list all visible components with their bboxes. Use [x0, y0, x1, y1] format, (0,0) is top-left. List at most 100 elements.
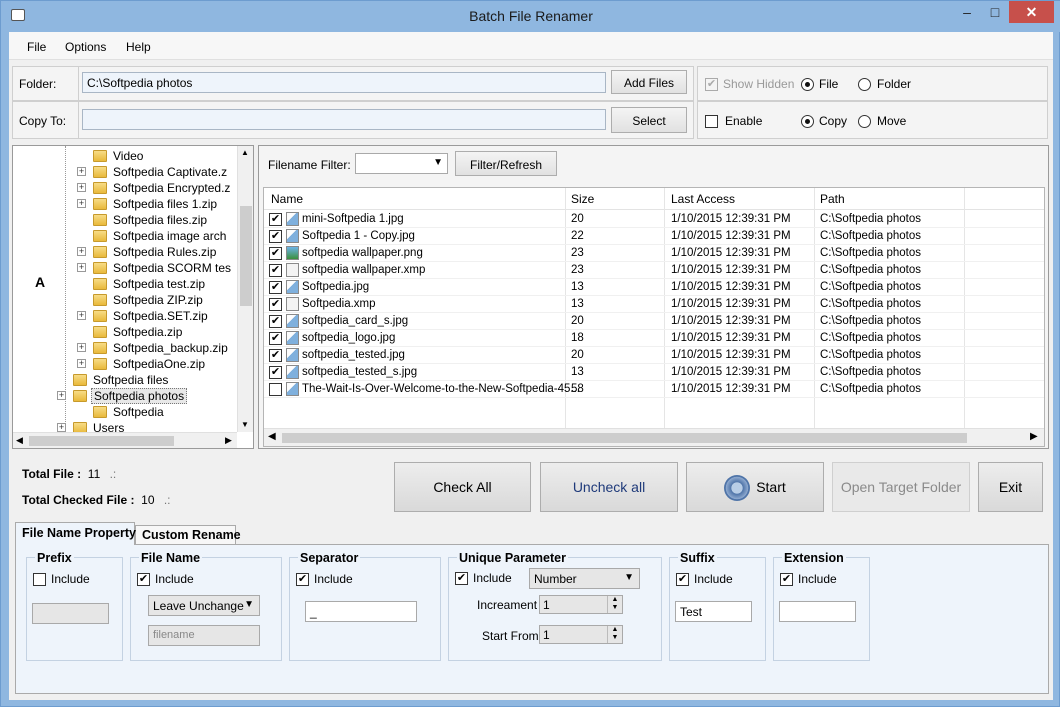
row-checkbox[interactable]: ✔	[269, 332, 282, 345]
tree-item[interactable]: + Softpedia_backup.zip	[13, 340, 237, 356]
unique-include-checkbox[interactable]: ✔	[455, 572, 468, 585]
tab-custom-rename[interactable]: Custom Rename	[135, 525, 241, 545]
tree-item[interactable]: + Softpedia files 1.zip	[13, 196, 237, 212]
table-row[interactable]: ✔ softpedia_tested_s.jpg 13 1/10/2015 12:39…	[264, 364, 1044, 381]
table-row[interactable]: ✔ Softpedia 1 - Copy.jpg 22 1/10/2015 12:39…	[264, 228, 1044, 245]
filename-input[interactable]: filename	[148, 625, 260, 646]
tree-item[interactable]: Softpedia files	[13, 372, 237, 388]
minimize-button[interactable]: –	[953, 1, 981, 23]
menu-options[interactable]: Options	[65, 40, 106, 54]
uncheck-all-button[interactable]: Uncheck all	[540, 462, 678, 512]
row-checkbox[interactable]: ✔	[269, 349, 282, 362]
extension-include-checkbox[interactable]: ✔	[780, 573, 793, 586]
copy-radio[interactable]	[801, 115, 814, 128]
filename-include-checkbox[interactable]: ✔	[137, 573, 150, 586]
grid-hscroll-thumb[interactable]	[282, 433, 967, 443]
unique-type-select[interactable]: Number ▼	[529, 568, 640, 589]
expand-icon[interactable]: +	[77, 359, 86, 368]
tree-item[interactable]: Softpedia files.zip	[13, 212, 237, 228]
expand-icon[interactable]: +	[77, 183, 86, 192]
add-files-button[interactable]: Add Files	[611, 70, 687, 94]
filter-refresh-button[interactable]: Filter/Refresh	[455, 151, 557, 176]
tab-file-name-property[interactable]: File Name Property	[15, 522, 136, 545]
exit-button[interactable]: Exit	[978, 462, 1043, 512]
expand-icon[interactable]: +	[77, 343, 86, 352]
table-row[interactable]: ✔ mini-Softpedia 1.jpg 20 1/10/2015 12:39:3…	[264, 211, 1044, 228]
row-checkbox[interactable]: ✔	[269, 298, 282, 311]
tree-item[interactable]: + Softpedia SCORM tes	[13, 260, 237, 276]
tree-item[interactable]: + Softpedia Captivate.z	[13, 164, 237, 180]
expand-icon[interactable]: +	[57, 391, 66, 400]
move-radio[interactable]	[858, 115, 871, 128]
tree-item[interactable]: Softpedia image arch	[13, 228, 237, 244]
tree-item[interactable]: + Softpedia photos	[13, 388, 237, 404]
row-checkbox[interactable]: ✔	[269, 213, 282, 226]
col-path[interactable]: Path	[820, 192, 845, 206]
menu-file[interactable]: File	[27, 40, 46, 54]
table-row[interactable]: The-Wait-Is-Over-Welcome-to-the-New-Soft…	[264, 381, 1044, 398]
folder-input[interactable]: C:\Softpedia photos	[82, 72, 606, 93]
copyto-input[interactable]	[82, 109, 606, 130]
suffix-include-checkbox[interactable]: ✔	[676, 573, 689, 586]
tree-item[interactable]: Softpedia.zip	[13, 324, 237, 340]
grid-hscroll[interactable]: ◀ ▶	[264, 428, 1044, 446]
maximize-button[interactable]: □	[981, 1, 1009, 23]
separator-input[interactable]: _	[305, 601, 417, 622]
tree-scroll-right-icon[interactable]: ▶	[225, 435, 232, 446]
open-target-folder-button[interactable]: Open Target Folder	[832, 462, 970, 512]
close-button[interactable]: ✕	[1009, 1, 1054, 23]
check-all-button[interactable]: Check All	[394, 462, 531, 512]
expand-icon[interactable]: +	[77, 247, 86, 256]
prefix-input[interactable]	[32, 603, 109, 624]
tree-scroll-left-icon[interactable]: ◀	[16, 435, 23, 446]
expand-icon[interactable]: +	[77, 263, 86, 272]
filename-filter-combo[interactable]: ▼	[355, 153, 448, 174]
start-button[interactable]: Start	[686, 462, 824, 512]
tree-item[interactable]: + Softpedia.SET.zip	[13, 308, 237, 324]
expand-icon[interactable]: +	[77, 167, 86, 176]
show-hidden-checkbox[interactable]: ✔	[705, 78, 718, 91]
tree-scroll-up-icon[interactable]: ▲	[241, 148, 249, 157]
prefix-include-checkbox[interactable]	[33, 573, 46, 586]
row-checkbox[interactable]	[269, 383, 282, 396]
tree-item[interactable]: + Softpedia Rules.zip	[13, 244, 237, 260]
spinner-arrows-icon[interactable]: ▲ ▼	[607, 596, 622, 613]
col-name[interactable]: Name	[271, 192, 303, 206]
tree-hscroll[interactable]: ◀ ▶	[13, 432, 237, 448]
filename-mode-select[interactable]: Leave Unchange ▼	[148, 595, 260, 616]
table-row[interactable]: ✔ softpedia wallpaper.xmp 23 1/10/2015 12:3…	[264, 262, 1044, 279]
extension-input[interactable]	[779, 601, 856, 622]
expand-icon[interactable]: +	[77, 311, 86, 320]
table-row[interactable]: ✔ softpedia_logo.jpg 18 1/10/2015 12:39:31 …	[264, 330, 1044, 347]
tree-item[interactable]: + Softpedia Encrypted.z	[13, 180, 237, 196]
suffix-input[interactable]: Test	[675, 601, 752, 622]
row-checkbox[interactable]: ✔	[269, 315, 282, 328]
col-last-access[interactable]: Last Access	[671, 192, 735, 206]
row-checkbox[interactable]: ✔	[269, 230, 282, 243]
spinner-arrows-icon[interactable]: ▲ ▼	[607, 626, 622, 643]
folder-tree[interactable]: A Video + Softpedia Captivate.z + Softpedia …	[12, 145, 254, 449]
row-checkbox[interactable]: ✔	[269, 366, 282, 379]
row-checkbox[interactable]: ✔	[269, 281, 282, 294]
folder-radio[interactable]	[858, 78, 871, 91]
tree-item[interactable]: Softpedia ZIP.zip	[13, 292, 237, 308]
select-button[interactable]: Select	[611, 107, 687, 133]
start-from-stepper[interactable]: 1 ▲ ▼	[539, 625, 623, 644]
file-radio[interactable]	[801, 78, 814, 91]
tree-vscroll[interactable]: ▲ ▼	[237, 146, 253, 432]
file-grid[interactable]: Name Size Last Access Path ✔ mini-Softped…	[263, 187, 1045, 447]
expand-icon[interactable]: +	[77, 199, 86, 208]
tree-item[interactable]: Softpedia	[13, 404, 237, 420]
tree-item[interactable]: + SoftpediaOne.zip	[13, 356, 237, 372]
tree-scroll-down-icon[interactable]: ▼	[241, 420, 249, 429]
table-row[interactable]: ✔ Softpedia.jpg 13 1/10/2015 12:39:31 PM C:\…	[264, 279, 1044, 296]
tree-hscroll-thumb[interactable]	[29, 436, 174, 446]
increment-stepper[interactable]: 1 ▲ ▼	[539, 595, 623, 614]
tree-item[interactable]: Softpedia test.zip	[13, 276, 237, 292]
tree-item[interactable]: Video	[13, 148, 237, 164]
separator-include-checkbox[interactable]: ✔	[296, 573, 309, 586]
table-row[interactable]: ✔ softpedia wallpaper.png 23 1/10/2015 12:3…	[264, 245, 1044, 262]
table-row[interactable]: ✔ softpedia_card_s.jpg 20 1/10/2015 12:39:3…	[264, 313, 1044, 330]
enable-checkbox[interactable]	[705, 115, 718, 128]
table-row[interactable]: ✔ softpedia_tested.jpg 20 1/10/2015 12:39:3…	[264, 347, 1044, 364]
